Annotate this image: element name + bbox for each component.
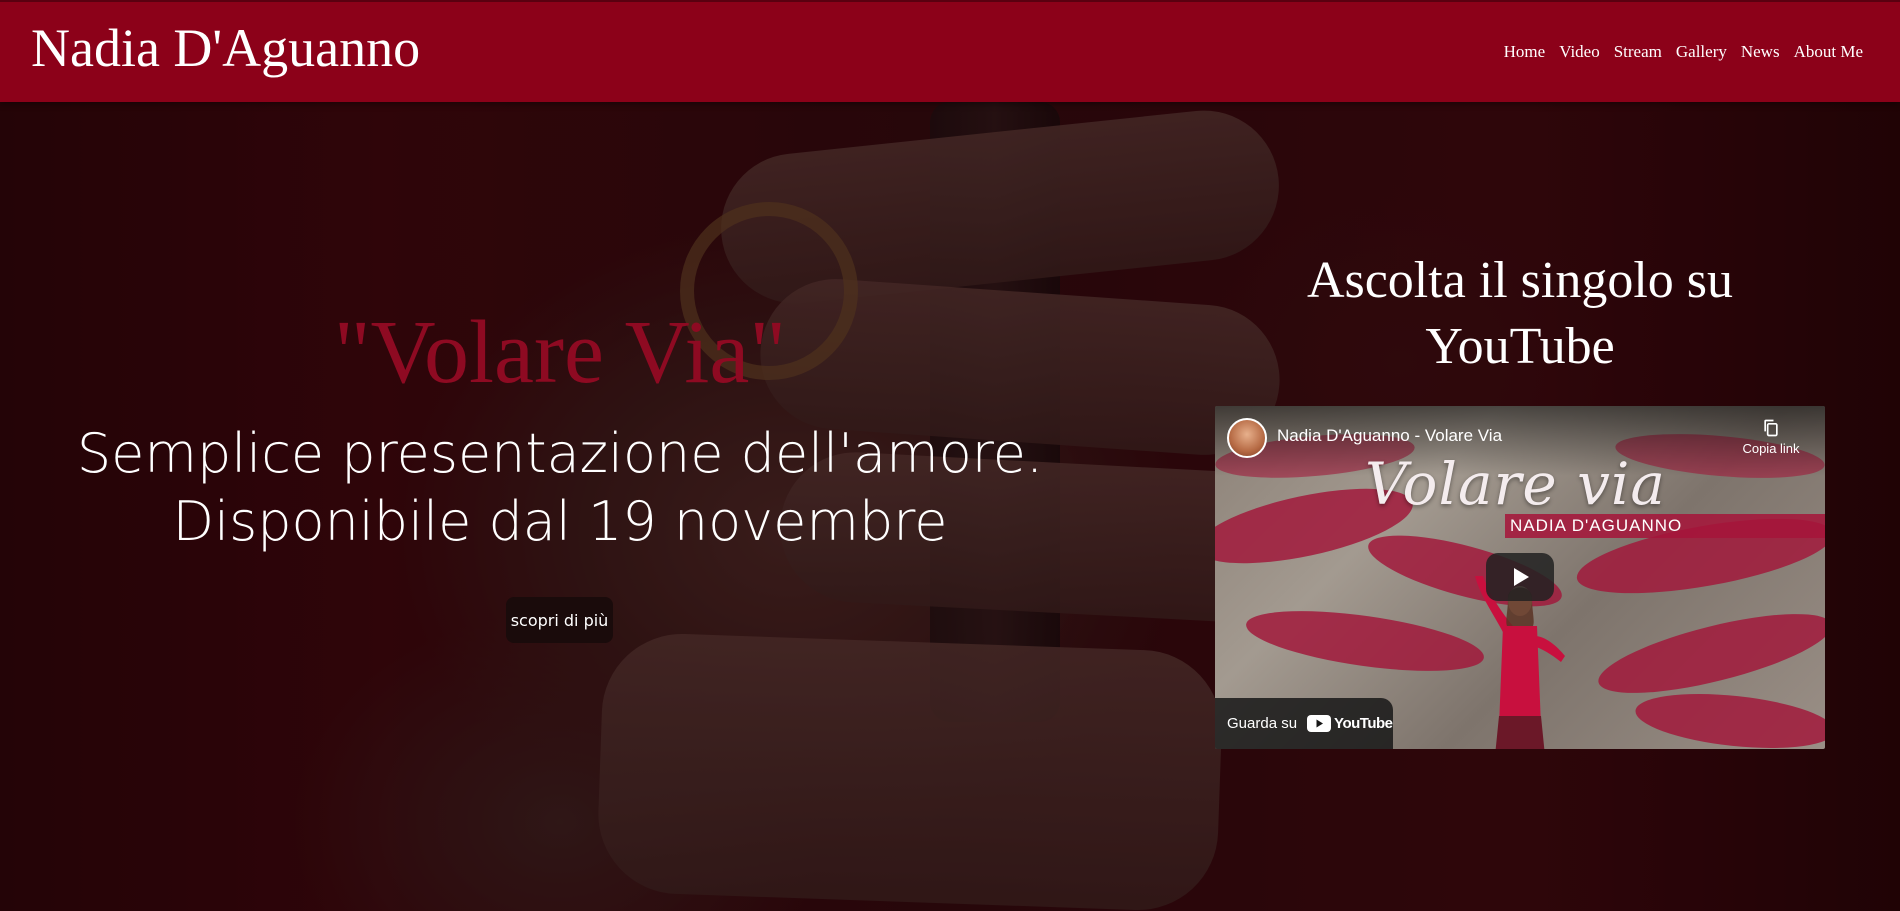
channel-avatar[interactable] (1227, 418, 1267, 458)
discover-more-button[interactable]: scopri di più (506, 597, 613, 643)
listen-heading: Ascolta il singolo su YouTube (1200, 248, 1840, 380)
nav-about-me[interactable]: About Me (1794, 42, 1863, 62)
nav-video[interactable]: Video (1559, 42, 1600, 62)
video-ivy (1632, 685, 1825, 749)
main-nav: Home Video Stream Gallery News About Me (1490, 42, 1863, 62)
nav-home[interactable]: Home (1504, 42, 1546, 62)
video-overlay-title: Volare via (1365, 450, 1666, 518)
tagline-line-1: Semplice presentazione dell'amore. (76, 422, 1044, 485)
video-play-button[interactable] (1486, 553, 1554, 601)
video-woman-figure (1475, 576, 1565, 749)
watch-on-youtube-button[interactable]: Guarda su YouTube (1215, 698, 1393, 749)
nav-stream[interactable]: Stream (1614, 42, 1662, 62)
song-title: "Volare Via" (333, 303, 787, 402)
site-brand[interactable]: Nadia D'Aguanno (31, 18, 420, 78)
nav-news[interactable]: News (1741, 42, 1780, 62)
youtube-logo: YouTube (1307, 715, 1393, 732)
video-title[interactable]: Nadia D'Aguanno - Volare Via (1277, 426, 1502, 446)
watch-on-label: Guarda su (1227, 715, 1298, 732)
nav-gallery[interactable]: Gallery (1676, 42, 1727, 62)
song-tagline: Semplice presentazione dell'amore. Dispo… (0, 420, 1120, 556)
video-ivy (1242, 599, 1488, 683)
tagline-line-2: Disponibile dal 19 novembre (172, 490, 948, 553)
video-ivy (1591, 597, 1825, 710)
youtube-play-icon (1307, 715, 1332, 732)
site-header: Nadia D'Aguanno Home Video Stream Galler… (0, 0, 1900, 102)
copy-link-button[interactable]: Copia link (1731, 418, 1811, 458)
copy-link-label: Copia link (1742, 441, 1800, 456)
video-overlay-artist: NADIA D'AGUANNO (1510, 516, 1683, 535)
youtube-wordmark: YouTube (1334, 715, 1393, 732)
copy-icon (1764, 419, 1778, 437)
youtube-embed[interactable]: Nadia D'Aguanno - Volare Via Copia link … (1215, 406, 1825, 749)
listen-line-1: Ascolta il singolo su (1306, 252, 1734, 309)
listen-line-2: YouTube (1425, 318, 1615, 375)
play-icon (1514, 568, 1529, 586)
